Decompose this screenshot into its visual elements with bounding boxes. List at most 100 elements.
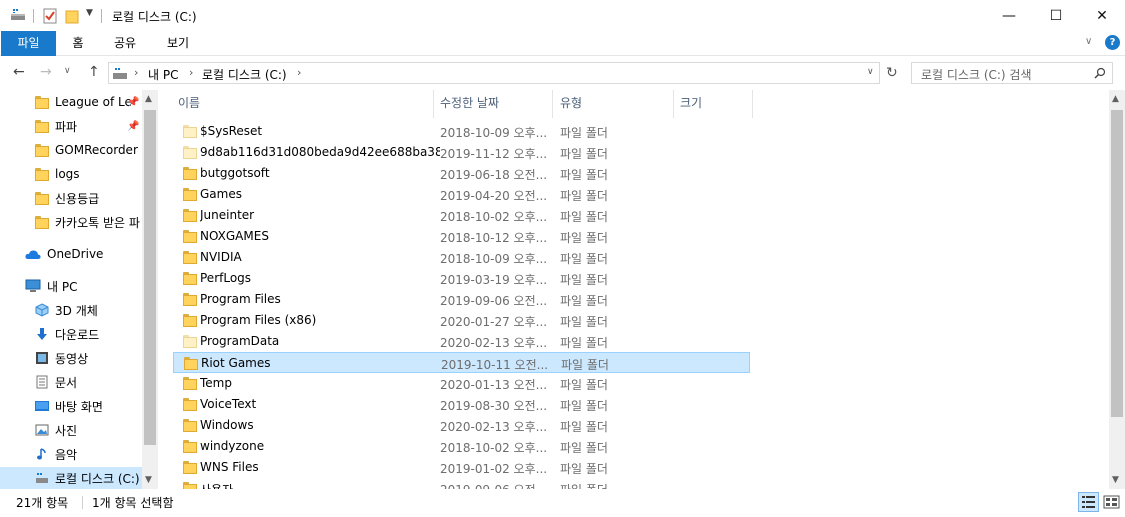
tab-home[interactable]: 홈 bbox=[62, 31, 94, 56]
file-date: 2019-11-12 오후... bbox=[440, 147, 548, 161]
customize-quick-access-icon[interactable]: ▼ bbox=[86, 8, 93, 18]
scrollbar-thumb[interactable] bbox=[144, 110, 156, 445]
back-arrow-icon[interactable]: ← bbox=[13, 64, 25, 80]
file-type: 파일 폴더 bbox=[560, 399, 608, 413]
breadcrumb-separator-icon[interactable]: › bbox=[189, 66, 193, 79]
item-count: 21개 항목 bbox=[16, 496, 69, 510]
table-row[interactable]: WNS Files 2019-01-02 오후... 파일 폴더 bbox=[173, 457, 750, 478]
table-row[interactable]: ProgramData 2020-02-13 오후... 파일 폴더 bbox=[173, 331, 750, 352]
file-type: 파일 폴더 bbox=[560, 189, 608, 203]
nav-item-downloads[interactable]: 다운로드 bbox=[0, 323, 142, 345]
table-row[interactable]: NOXGAMES 2018-10-12 오후... 파일 폴더 bbox=[173, 226, 750, 247]
pin-icon[interactable]: 📌 bbox=[127, 121, 139, 132]
scroll-down-icon[interactable]: ▼ bbox=[145, 475, 152, 485]
close-button[interactable]: ✕ bbox=[1079, 0, 1125, 31]
folder-icon bbox=[183, 439, 197, 453]
column-separator[interactable] bbox=[673, 90, 674, 118]
breadcrumb-this-pc[interactable]: 내 PC bbox=[148, 66, 178, 83]
file-date: 2019-03-19 오후... bbox=[440, 273, 548, 287]
table-row[interactable]: $SysReset 2018-10-09 오후... 파일 폴더 bbox=[173, 121, 750, 142]
table-row[interactable]: NVIDIA 2018-10-09 오후... 파일 폴더 bbox=[173, 247, 750, 268]
nav-item-pictures[interactable]: 사진 bbox=[0, 419, 142, 441]
column-header-type[interactable]: 유형 bbox=[560, 90, 582, 118]
table-row[interactable]: Juneinter 2018-10-02 오후... 파일 폴더 bbox=[173, 205, 750, 226]
file-date: 2018-10-09 오후... bbox=[440, 126, 548, 140]
expand-ribbon-icon[interactable]: ∨ bbox=[1085, 36, 1092, 47]
file-name: 사용자 bbox=[200, 481, 440, 489]
refresh-icon[interactable]: ↻ bbox=[886, 65, 898, 81]
nav-item-gomrecorder[interactable]: GOMRecorder bbox=[0, 139, 142, 161]
table-row[interactable]: Windows 2020-02-13 오후... 파일 폴더 bbox=[173, 415, 750, 436]
help-icon[interactable]: ? bbox=[1105, 35, 1120, 50]
file-type: 파일 폴더 bbox=[560, 210, 608, 224]
column-separator[interactable] bbox=[552, 90, 553, 118]
forward-arrow-icon[interactable]: → bbox=[40, 64, 52, 80]
nav-item-videos[interactable]: 동영상 bbox=[0, 347, 142, 369]
file-date: 2019-08-30 오전... bbox=[440, 399, 548, 413]
drive-icon bbox=[36, 473, 48, 483]
large-icons-view-button[interactable] bbox=[1101, 492, 1122, 512]
file-date: 2019-10-11 오전... bbox=[441, 358, 549, 372]
nav-item-kakaotalk-downloads[interactable]: 카카오톡 받은 파 bbox=[0, 211, 142, 233]
nav-item-music[interactable]: 음악 bbox=[0, 443, 142, 465]
tab-view[interactable]: 보기 bbox=[158, 31, 198, 56]
selection-count: 1개 항목 선택함 bbox=[92, 496, 174, 510]
file-name: Program Files bbox=[200, 292, 281, 306]
table-row[interactable]: Program Files 2019-09-06 오전... 파일 폴더 bbox=[173, 289, 750, 310]
status-bar: 21개 항목 1개 항목 선택함 bbox=[0, 489, 1125, 517]
drive-icon[interactable] bbox=[10, 8, 26, 22]
search-icon[interactable] bbox=[1094, 67, 1106, 79]
file-name: ProgramData bbox=[200, 334, 280, 348]
nav-item-desktop[interactable]: 바탕 화면 bbox=[0, 395, 142, 417]
table-row[interactable]: Program Files (x86) 2020-01-27 오후... 파일 폴더 bbox=[173, 310, 750, 331]
file-date: 2020-01-27 오후... bbox=[440, 315, 548, 329]
minimize-button[interactable]: — bbox=[986, 0, 1032, 31]
search-input[interactable]: 로컬 디스크 (C:) 검색 bbox=[911, 62, 1113, 84]
breadcrumb-local-disk[interactable]: 로컬 디스크 (C:) bbox=[202, 66, 287, 83]
table-row[interactable]: windyzone 2018-10-02 오후... 파일 폴더 bbox=[173, 436, 750, 457]
up-arrow-icon[interactable]: ↑ bbox=[88, 64, 100, 80]
scroll-down-icon[interactable]: ▼ bbox=[1112, 475, 1119, 485]
column-header-name[interactable]: 이름 bbox=[178, 90, 200, 118]
nav-pane-scrollbar[interactable]: ▲ ▼ bbox=[142, 90, 158, 489]
file-list-scrollbar[interactable]: ▲ ▼ bbox=[1109, 90, 1125, 489]
tab-file[interactable]: 파일 bbox=[1, 31, 56, 56]
details-view-button[interactable] bbox=[1078, 492, 1099, 512]
tab-share[interactable]: 공유 bbox=[105, 31, 145, 56]
table-row[interactable]: 9d8ab116d31d080beda9d42ee688ba38 2019-11-… bbox=[173, 142, 750, 163]
table-row[interactable]: PerfLogs 2019-03-19 오후... 파일 폴더 bbox=[173, 268, 750, 289]
scroll-up-icon[interactable]: ▲ bbox=[1112, 94, 1119, 104]
column-header-size[interactable]: 크기 bbox=[680, 90, 702, 118]
address-bar[interactable]: › 내 PC › 로컬 디스크 (C:) › ∨ bbox=[108, 62, 880, 84]
table-row[interactable]: Games 2019-04-20 오전... 파일 폴더 bbox=[173, 184, 750, 205]
breadcrumb-separator-icon[interactable]: › bbox=[134, 66, 138, 79]
column-separator[interactable] bbox=[433, 90, 434, 118]
nav-item-documents[interactable]: 문서 bbox=[0, 371, 142, 393]
column-separator[interactable] bbox=[752, 90, 753, 118]
nav-item-logs[interactable]: logs bbox=[0, 163, 142, 185]
scrollbar-thumb[interactable] bbox=[1111, 110, 1123, 417]
separator bbox=[82, 496, 83, 509]
nav-item-this-pc[interactable]: 내 PC bbox=[0, 275, 142, 297]
column-header-date[interactable]: 수정한 날짜 bbox=[440, 90, 499, 118]
recent-locations-icon[interactable]: ∨ bbox=[64, 66, 71, 76]
nav-item-local-disk[interactable]: 로컬 디스크 (C:) bbox=[0, 467, 142, 489]
table-row[interactable]: Riot Games 2019-10-11 오전... 파일 폴더 bbox=[173, 352, 750, 373]
table-row[interactable]: VoiceText 2019-08-30 오전... 파일 폴더 bbox=[173, 394, 750, 415]
breadcrumb-separator-icon[interactable]: › bbox=[297, 66, 301, 79]
nav-item-onedrive[interactable]: OneDrive bbox=[0, 243, 142, 265]
file-type: 파일 폴더 bbox=[560, 231, 608, 245]
nav-item-credit-rating[interactable]: 신용등급 bbox=[0, 187, 142, 209]
nav-item-3d-objects[interactable]: 3D 개체 bbox=[0, 299, 142, 321]
address-dropdown-icon[interactable]: ∨ bbox=[867, 67, 874, 77]
nav-item-papa[interactable]: 파파 📌 bbox=[0, 115, 142, 137]
table-row[interactable]: 사용자2019-09-06 오전... 파일 폴더 bbox=[173, 478, 750, 489]
maximize-button[interactable]: ☐ bbox=[1033, 0, 1079, 31]
nav-item-league-of-legends[interactable]: League of Le 📌 bbox=[0, 91, 142, 113]
properties-icon[interactable] bbox=[42, 8, 58, 24]
table-row[interactable]: butggotsoft 2019-06-18 오전... 파일 폴더 bbox=[173, 163, 750, 184]
pin-icon[interactable]: 📌 bbox=[127, 97, 139, 108]
scroll-up-icon[interactable]: ▲ bbox=[145, 94, 152, 104]
table-row[interactable]: Temp 2020-01-13 오전... 파일 폴더 bbox=[173, 373, 750, 394]
new-folder-icon[interactable] bbox=[65, 8, 81, 24]
